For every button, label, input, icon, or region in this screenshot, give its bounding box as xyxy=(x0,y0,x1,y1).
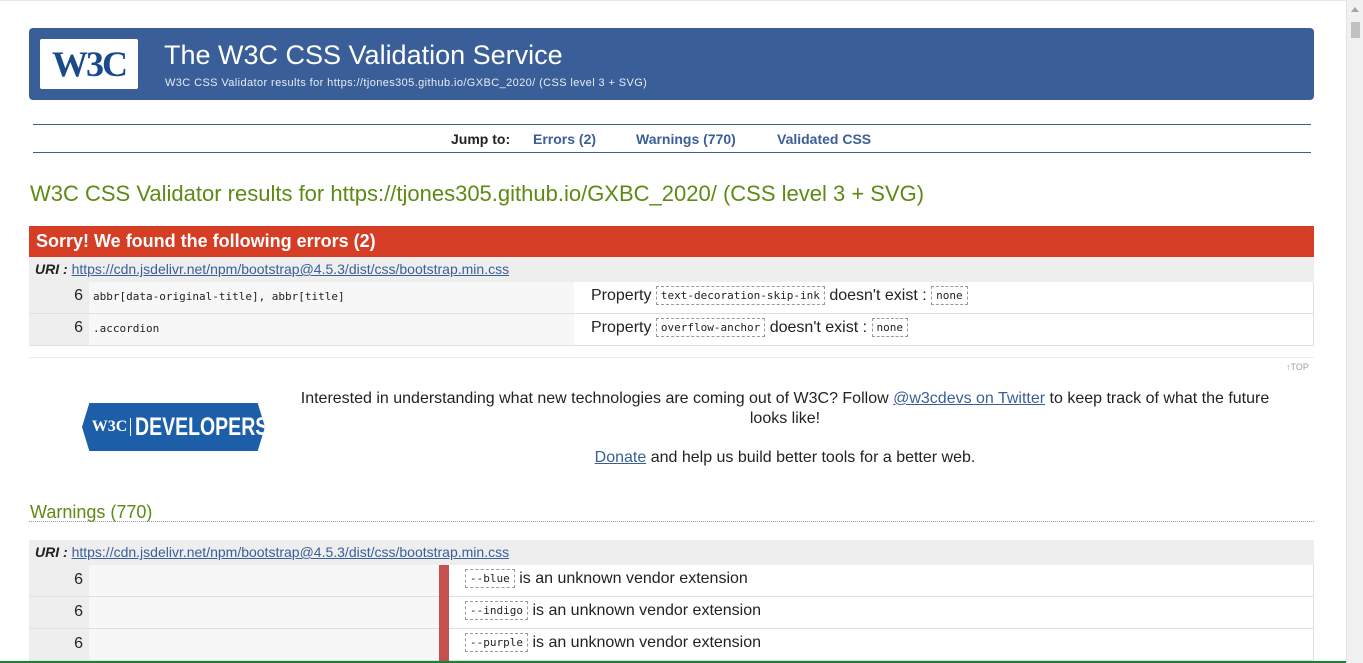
warning-context xyxy=(89,629,439,660)
line-number: 6 xyxy=(29,314,89,345)
results-title: W3C CSS Validator results for https://tj… xyxy=(30,181,925,206)
page-title: The W3C CSS Validation Service xyxy=(164,40,563,70)
promo-text-before: Interested in understanding what new tec… xyxy=(300,390,894,407)
jump-errors-link[interactable]: Errors (2) xyxy=(533,131,596,147)
warning-context xyxy=(89,597,439,628)
donate-text: and help us build better tools for a bet… xyxy=(646,449,976,466)
header-banner: W3C The W3C CSS Validation Service W3C C… xyxy=(29,28,1314,100)
error-middle: doesn't exist : xyxy=(829,287,927,304)
error-message: Property overflow-anchor doesn't exist :… xyxy=(574,314,1314,345)
warning-row: 6 --indigo is an unknown vendor extensio… xyxy=(29,597,1314,629)
developers-logo-text: DEVELOPERS xyxy=(135,412,269,441)
vertical-scrollbar[interactable] xyxy=(1346,0,1363,663)
property-code: --blue xyxy=(465,569,515,589)
warning-context xyxy=(89,565,439,596)
w3c-logo-text: W3C xyxy=(52,44,128,84)
w3c-developers-logo[interactable]: W3C DEVELOPERS xyxy=(82,403,265,451)
error-prefix: Property xyxy=(591,287,652,304)
value-code: none xyxy=(931,286,968,306)
developers-logo-w3c: W3C xyxy=(92,418,132,436)
divider xyxy=(29,357,1314,358)
scrollbar-thumb[interactable] xyxy=(1351,22,1360,38)
warnings-uri-row: URI : https://cdn.jsdelivr.net/npm/boots… xyxy=(29,540,1314,565)
warning-row: 6 --purple is an unknown vendor extensio… xyxy=(29,629,1314,661)
donate-promo: Donate and help us build better tools fo… xyxy=(295,449,1275,467)
line-number: 6 xyxy=(29,629,89,660)
warnings-title: Warnings (770) xyxy=(30,502,153,522)
error-row: 6 abbr[data-original-title], abbr[title]… xyxy=(29,282,1314,314)
errors-header: Sorry! We found the following errors (2) xyxy=(29,226,1314,257)
jump-warnings-link[interactable]: Warnings (770) xyxy=(636,131,736,147)
jump-validated-css-link[interactable]: Validated CSS xyxy=(777,131,871,147)
w3c-logo[interactable]: W3C xyxy=(40,39,138,89)
jump-to-nav: Jump to: Errors (2) Warnings (770) Valid… xyxy=(33,124,1311,153)
page-subtitle: W3C CSS Validator results for https://tj… xyxy=(165,77,648,89)
error-row: 6 .accordion Property overflow-anchor do… xyxy=(29,314,1314,346)
warning-message: --blue is an unknown vendor extension xyxy=(449,565,1314,596)
value-code: none xyxy=(871,318,908,338)
property-code: --indigo xyxy=(465,601,528,621)
error-context: abbr[data-original-title], abbr[title] xyxy=(89,282,574,313)
warning-text: is an unknown vendor extension xyxy=(519,570,748,587)
warning-level-bar xyxy=(439,565,449,597)
uri-label: URI : xyxy=(35,544,68,560)
error-middle: doesn't exist : xyxy=(769,319,868,336)
warnings-divider xyxy=(29,521,1314,522)
jump-to-label: Jump to: xyxy=(451,131,511,147)
warning-message: --indigo is an unknown vendor extension xyxy=(449,597,1314,628)
warning-message: --purple is an unknown vendor extension xyxy=(449,629,1314,660)
error-context: .accordion xyxy=(89,314,574,345)
back-to-top-link[interactable]: ↑TOP xyxy=(1286,362,1309,372)
twitter-link[interactable]: @w3cdevs on Twitter xyxy=(893,390,1045,407)
line-number: 6 xyxy=(29,597,89,628)
warnings-uri-link[interactable]: https://cdn.jsdelivr.net/npm/bootstrap@4… xyxy=(72,544,510,560)
error-message: Property text-decoration-skip-ink doesn'… xyxy=(574,282,1314,313)
line-number: 6 xyxy=(29,282,89,313)
scroll-up-arrow-icon[interactable] xyxy=(1351,7,1359,12)
line-number: 6 xyxy=(29,565,89,596)
warning-level-bar xyxy=(439,597,449,629)
warning-row: 6 --blue is an unknown vendor extension xyxy=(29,565,1314,597)
error-prefix: Property xyxy=(591,319,652,336)
top-border xyxy=(0,0,1346,1)
developers-promo: Interested in understanding what new tec… xyxy=(295,389,1275,429)
donate-link[interactable]: Donate xyxy=(595,449,647,466)
property-code: text-decoration-skip-ink xyxy=(655,286,825,306)
property-code: overflow-anchor xyxy=(655,318,766,338)
uri-label: URI : xyxy=(35,261,68,277)
errors-uri-row: URI : https://cdn.jsdelivr.net/npm/boots… xyxy=(29,257,1314,282)
errors-uri-link[interactable]: https://cdn.jsdelivr.net/npm/bootstrap@4… xyxy=(72,261,510,277)
warning-text: is an unknown vendor extension xyxy=(532,634,762,651)
warning-level-bar xyxy=(439,629,449,661)
property-code: --purple xyxy=(465,633,528,653)
warning-text: is an unknown vendor extension xyxy=(532,602,762,619)
